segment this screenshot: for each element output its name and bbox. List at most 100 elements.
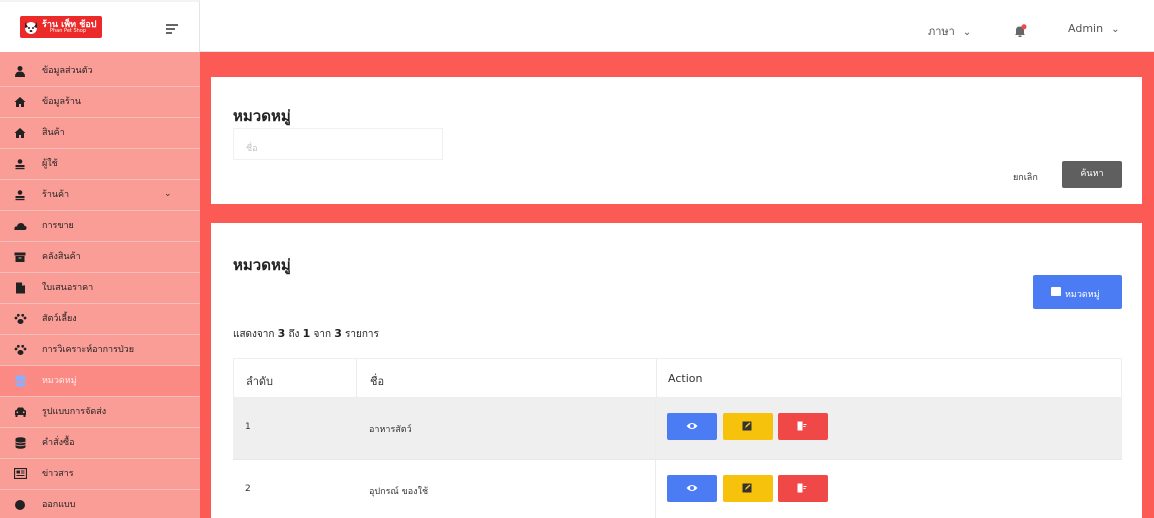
view-button[interactable]: [667, 413, 717, 440]
sidebar-item-shipping[interactable]: รูปแบบการจัดส่ง: [0, 397, 200, 428]
chevron-down-icon: ⌄: [164, 189, 172, 199]
sidebar-item-news[interactable]: ข่าวสาร: [0, 459, 200, 490]
sidebar-item-shop-info[interactable]: ข้อมูลร้าน: [0, 87, 200, 118]
cloud-icon: [13, 220, 27, 234]
view-button[interactable]: [667, 475, 717, 502]
chevron-down-icon: ⌄: [962, 27, 972, 38]
column-header-index: ลำดับ: [246, 375, 274, 388]
archive-icon: [13, 251, 27, 265]
sidebar-item-label: ข้อมูลร้าน: [42, 97, 82, 107]
logo[interactable]: ร้าน เพ็ท ช้อป Phan Pet Shop: [20, 16, 102, 38]
top-header: ร้าน เพ็ท ช้อป Phan Pet Shop ภาษา ⌄ Admin…: [0, 0, 1154, 52]
summary-of-word: จาก: [313, 329, 331, 340]
row-name: อุปกรณ์ ของใช้: [369, 487, 429, 497]
database-icon: [13, 437, 27, 451]
logo-subtext: Phan Pet Shop: [50, 28, 87, 34]
row-index: 2: [245, 484, 251, 494]
sidebar-item-label: ออกแบบ: [42, 500, 76, 510]
sidebar-item-label: รูปแบบการจัดส่ง: [42, 407, 107, 417]
table-row: 2 อุปกรณ์ ของใช้: [233, 460, 1122, 518]
delete-button[interactable]: [778, 413, 828, 440]
menu-toggle-icon[interactable]: [166, 24, 178, 34]
list-card-title: หมวดหมู่: [233, 256, 291, 274]
sidebar-item-label: การขาย: [42, 221, 74, 231]
sidebar-item-label: สินค้า: [42, 128, 65, 138]
add-category-label: หมวดหมู่: [1065, 290, 1100, 300]
user-menu[interactable]: Admin ⌄: [1068, 22, 1119, 35]
sidebar-item-design[interactable]: ออกแบบ: [0, 490, 200, 518]
edit-button[interactable]: [723, 475, 773, 502]
edit-button[interactable]: [723, 413, 773, 440]
cancel-button[interactable]: ยกเลิก: [1013, 170, 1038, 184]
file-icon: [13, 282, 27, 296]
eye-icon: [686, 485, 698, 491]
dog-logo-icon: [25, 22, 37, 34]
brand-area: ร้าน เพ็ท ช้อป Phan Pet Shop: [0, 0, 200, 52]
language-label: ภาษา: [928, 25, 955, 38]
chevron-down-icon: ⌄: [1111, 24, 1120, 35]
user-icon: [13, 65, 27, 79]
summary-to: 1: [302, 327, 311, 340]
summary-from: 3: [277, 327, 286, 340]
search-card: หมวดหมู่ ยกเลิก ค้นหา: [211, 77, 1142, 204]
language-dropdown[interactable]: ภาษา ⌄: [928, 22, 971, 40]
circle-icon: [13, 499, 27, 513]
summary-suffix: รายการ: [345, 329, 379, 340]
table-header: ลำดับ ชื่อ Action: [233, 358, 1122, 398]
sidebar-item-categories[interactable]: หมวดหมู่: [0, 366, 200, 397]
category-list-card: หมวดหมู่ หมวดหมู่ แสดงจาก 3 ถึง 1 จาก 3 …: [211, 223, 1142, 518]
user-name: Admin: [1068, 22, 1104, 35]
summary-total: 3: [334, 327, 342, 340]
sidebar-item-stores[interactable]: ร้านค้า ⌄: [0, 180, 200, 211]
name-search-input[interactable]: [233, 128, 443, 160]
record-summary: แสดงจาก 3 ถึง 1 จาก 3 รายการ: [233, 327, 379, 342]
edit-icon: [742, 483, 752, 493]
sidebar-item-label: การวิเคราะห์อาการป่วย: [42, 345, 134, 355]
sidebar: ข้อมูลส่วนตัว ข้อมูลร้าน สินค้า ผู้ใช้ ร…: [0, 52, 200, 518]
home-icon: [13, 127, 27, 141]
add-category-button[interactable]: หมวดหมู่: [1033, 275, 1122, 309]
row-index: 1: [245, 422, 251, 432]
sidebar-item-label: หมวดหมู่: [42, 376, 77, 386]
notification-bell-icon[interactable]: [1013, 24, 1027, 38]
edit-icon: [742, 421, 752, 431]
row-name: อาหารสัตว์: [369, 425, 412, 435]
sidebar-item-profile[interactable]: ข้อมูลส่วนตัว: [0, 56, 200, 87]
delete-button[interactable]: [778, 475, 828, 502]
sidebar-item-label: คำสั่งซื้อ: [42, 438, 75, 448]
news-icon: [13, 467, 27, 482]
sidebar-item-sales[interactable]: การขาย: [0, 211, 200, 242]
home-icon: [13, 96, 27, 110]
search-card-title: หมวดหมู่: [233, 107, 291, 125]
sidebar-item-inventory[interactable]: คลังสินค้า: [0, 242, 200, 273]
archive-icon: [1051, 287, 1061, 296]
sidebar-item-orders[interactable]: คำสั่งซื้อ: [0, 428, 200, 459]
summary-prefix: แสดงจาก: [233, 329, 275, 340]
sidebar-item-pets[interactable]: สัตว์เลี้ยง: [0, 304, 200, 335]
sidebar-item-label: ร้านค้า: [42, 190, 70, 200]
sidebar-item-label: ข้อมูลส่วนตัว: [42, 66, 93, 76]
sidebar-item-label: คลังสินค้า: [42, 252, 81, 262]
eye-icon: [686, 423, 698, 429]
summary-to-word: ถึง: [288, 329, 300, 340]
table-row: 1 อาหารสัตว์: [233, 398, 1122, 460]
column-header-action: Action: [668, 372, 703, 385]
sidebar-item-diagnosis[interactable]: การวิเคราะห์อาการป่วย: [0, 335, 200, 366]
sidebar-item-label: ผู้ใช้: [42, 159, 58, 169]
database-icon: [13, 375, 27, 389]
paw-icon: [13, 313, 27, 327]
sidebar-item-label: ใบเสนอราคา: [42, 283, 94, 293]
paw-icon: [13, 344, 27, 358]
column-header-name: ชื่อ: [370, 375, 385, 388]
car-icon: [13, 406, 27, 420]
search-button[interactable]: ค้นหา: [1062, 161, 1122, 188]
sidebar-item-users[interactable]: ผู้ใช้: [0, 149, 200, 180]
users-icon: [13, 158, 27, 172]
trash-icon: [797, 421, 807, 431]
sidebar-item-products[interactable]: สินค้า: [0, 118, 200, 149]
trash-icon: [797, 483, 807, 493]
sidebar-item-label: ข่าวสาร: [42, 469, 74, 479]
sidebar-item-label: สัตว์เลี้ยง: [42, 314, 77, 324]
users-icon: [13, 189, 27, 203]
sidebar-item-quotation[interactable]: ใบเสนอราคา: [0, 273, 200, 304]
